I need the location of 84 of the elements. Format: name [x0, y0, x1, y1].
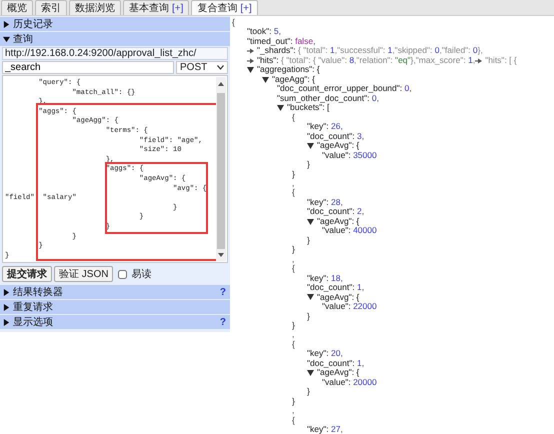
- json-line: ,: [292, 254, 294, 264]
- tab[interactable]: 复合查询 [+]: [191, 0, 258, 15]
- section-header[interactable]: 结果转换器 ?: [0, 285, 230, 299]
- tab[interactable]: 基本查询 [+]: [123, 0, 190, 15]
- json-line: "key": 26,: [307, 122, 343, 132]
- section-header[interactable]: 重复请求: [0, 300, 230, 314]
- json-line: "doc_count": 1,: [307, 358, 364, 368]
- chevron-down-icon: [217, 65, 224, 70]
- scroll-up-icon[interactable]: [218, 82, 224, 86]
- json-line: "hits": [ {: [485, 56, 517, 66]
- tab[interactable]: 索引: [35, 0, 67, 15]
- triangle-down-icon[interactable]: [262, 76, 269, 83]
- triangle-down-icon[interactable]: [277, 104, 284, 111]
- json-line: "ageAvg": {: [317, 216, 360, 226]
- json-line: ,: [292, 406, 294, 416]
- scroll-down-icon[interactable]: [218, 253, 224, 257]
- method-select[interactable]: POST: [176, 61, 228, 74]
- json-line: "ageAvg": {: [317, 141, 360, 151]
- triangle-down-icon[interactable]: [247, 67, 254, 74]
- triangle-down-icon[interactable]: [3, 36, 10, 42]
- submit-button[interactable]: 提交请求: [2, 266, 52, 282]
- json-line: "took": 5,: [247, 27, 281, 37]
- json-line: "ageAvg": {: [317, 292, 360, 302]
- json-line: }: [292, 321, 295, 330]
- json-line: "value": 35000: [322, 150, 377, 160]
- json-line: "key": 18,: [307, 274, 343, 284]
- json-line: "doc_count": 2,: [307, 207, 364, 217]
- json-line: "_shards": { "total": 1,"successful": 1,"skipped": 0,"failed": 0},: [257, 46, 483, 56]
- section-header[interactable]: 历史记录: [0, 17, 230, 31]
- json-line: }: [307, 387, 310, 397]
- json-line: "value": 22000: [322, 302, 377, 312]
- json-line: {: [292, 416, 295, 426]
- json-line: "doc_count": 3,: [307, 132, 364, 142]
- json-line: "key": 27,: [307, 425, 343, 434]
- triangle-down-icon[interactable]: [307, 370, 314, 376]
- validate-button[interactable]: 验证 JSON: [54, 266, 114, 282]
- json-line: }: [292, 245, 295, 255]
- arrow-right-icon[interactable]: [475, 58, 482, 64]
- json-line: }: [307, 236, 310, 246]
- checkbox[interactable]: [118, 270, 128, 278]
- tab[interactable]: 概览: [1, 0, 33, 15]
- json-line: {: [232, 18, 235, 28]
- json-line: "sum_other_doc_count": 0,: [277, 94, 379, 103]
- json-line: "value": 40000: [322, 226, 377, 236]
- json-line: {: [292, 264, 295, 274]
- section-header[interactable]: 显示选项 ?: [0, 315, 230, 329]
- triangle-right-icon[interactable]: [3, 318, 10, 326]
- json-line: {: [292, 188, 295, 198]
- arrow-right-icon[interactable]: [247, 48, 254, 54]
- triangle-down-icon[interactable]: [307, 142, 314, 149]
- json-line: "hits": { "total": { "value": 8,"relation": "eq"},"max_score": 1,: [257, 56, 476, 66]
- section-header[interactable]: 查询: [0, 32, 230, 46]
- json-line: "value": 20000: [322, 378, 377, 388]
- json-line: }: [292, 396, 295, 406]
- json-line: }: [307, 312, 310, 321]
- json-line: ,: [292, 330, 294, 340]
- scrollbar[interactable]: [216, 77, 226, 261]
- json-line: "doc_count_error_upper_bound": 0,: [277, 84, 412, 94]
- triangle-right-icon[interactable]: [3, 288, 10, 296]
- json-line: "ageAvg": {: [317, 368, 360, 378]
- json-line: "doc_count": 1,: [307, 283, 364, 293]
- json-line: }: [307, 160, 310, 170]
- triangle-down-icon[interactable]: [307, 294, 314, 300]
- json-line: "buckets": [: [287, 103, 330, 113]
- arrow-right-icon[interactable]: [247, 58, 254, 64]
- help-link[interactable]: ?: [220, 286, 226, 298]
- json-line: {: [292, 112, 295, 122]
- triangle-right-icon[interactable]: [3, 20, 10, 28]
- json-line: "aggregations": {: [257, 65, 320, 75]
- help-link[interactable]: ?: [220, 316, 226, 328]
- json-line: }: [292, 170, 295, 179]
- scrollbar-thumb[interactable]: [217, 93, 225, 249]
- json-line: "timed_out": false,: [247, 36, 316, 46]
- json-line: ,: [292, 178, 294, 188]
- triangle-right-icon[interactable]: [3, 304, 10, 310]
- json-line: "ageAgg": {: [272, 74, 315, 84]
- json-line: {: [292, 340, 295, 350]
- tab[interactable]: 数据浏览: [69, 0, 121, 15]
- path-field[interactable]: _search: [2, 61, 174, 74]
- checkbox-label: 易读: [131, 268, 152, 281]
- json-line: "key": 20,: [307, 349, 343, 359]
- url-field[interactable]: http://192.168.0.24:9200/approval_list_zhc/: [2, 47, 228, 60]
- triangle-down-icon[interactable]: [307, 218, 314, 225]
- json-line: "key": 28,: [307, 198, 343, 208]
